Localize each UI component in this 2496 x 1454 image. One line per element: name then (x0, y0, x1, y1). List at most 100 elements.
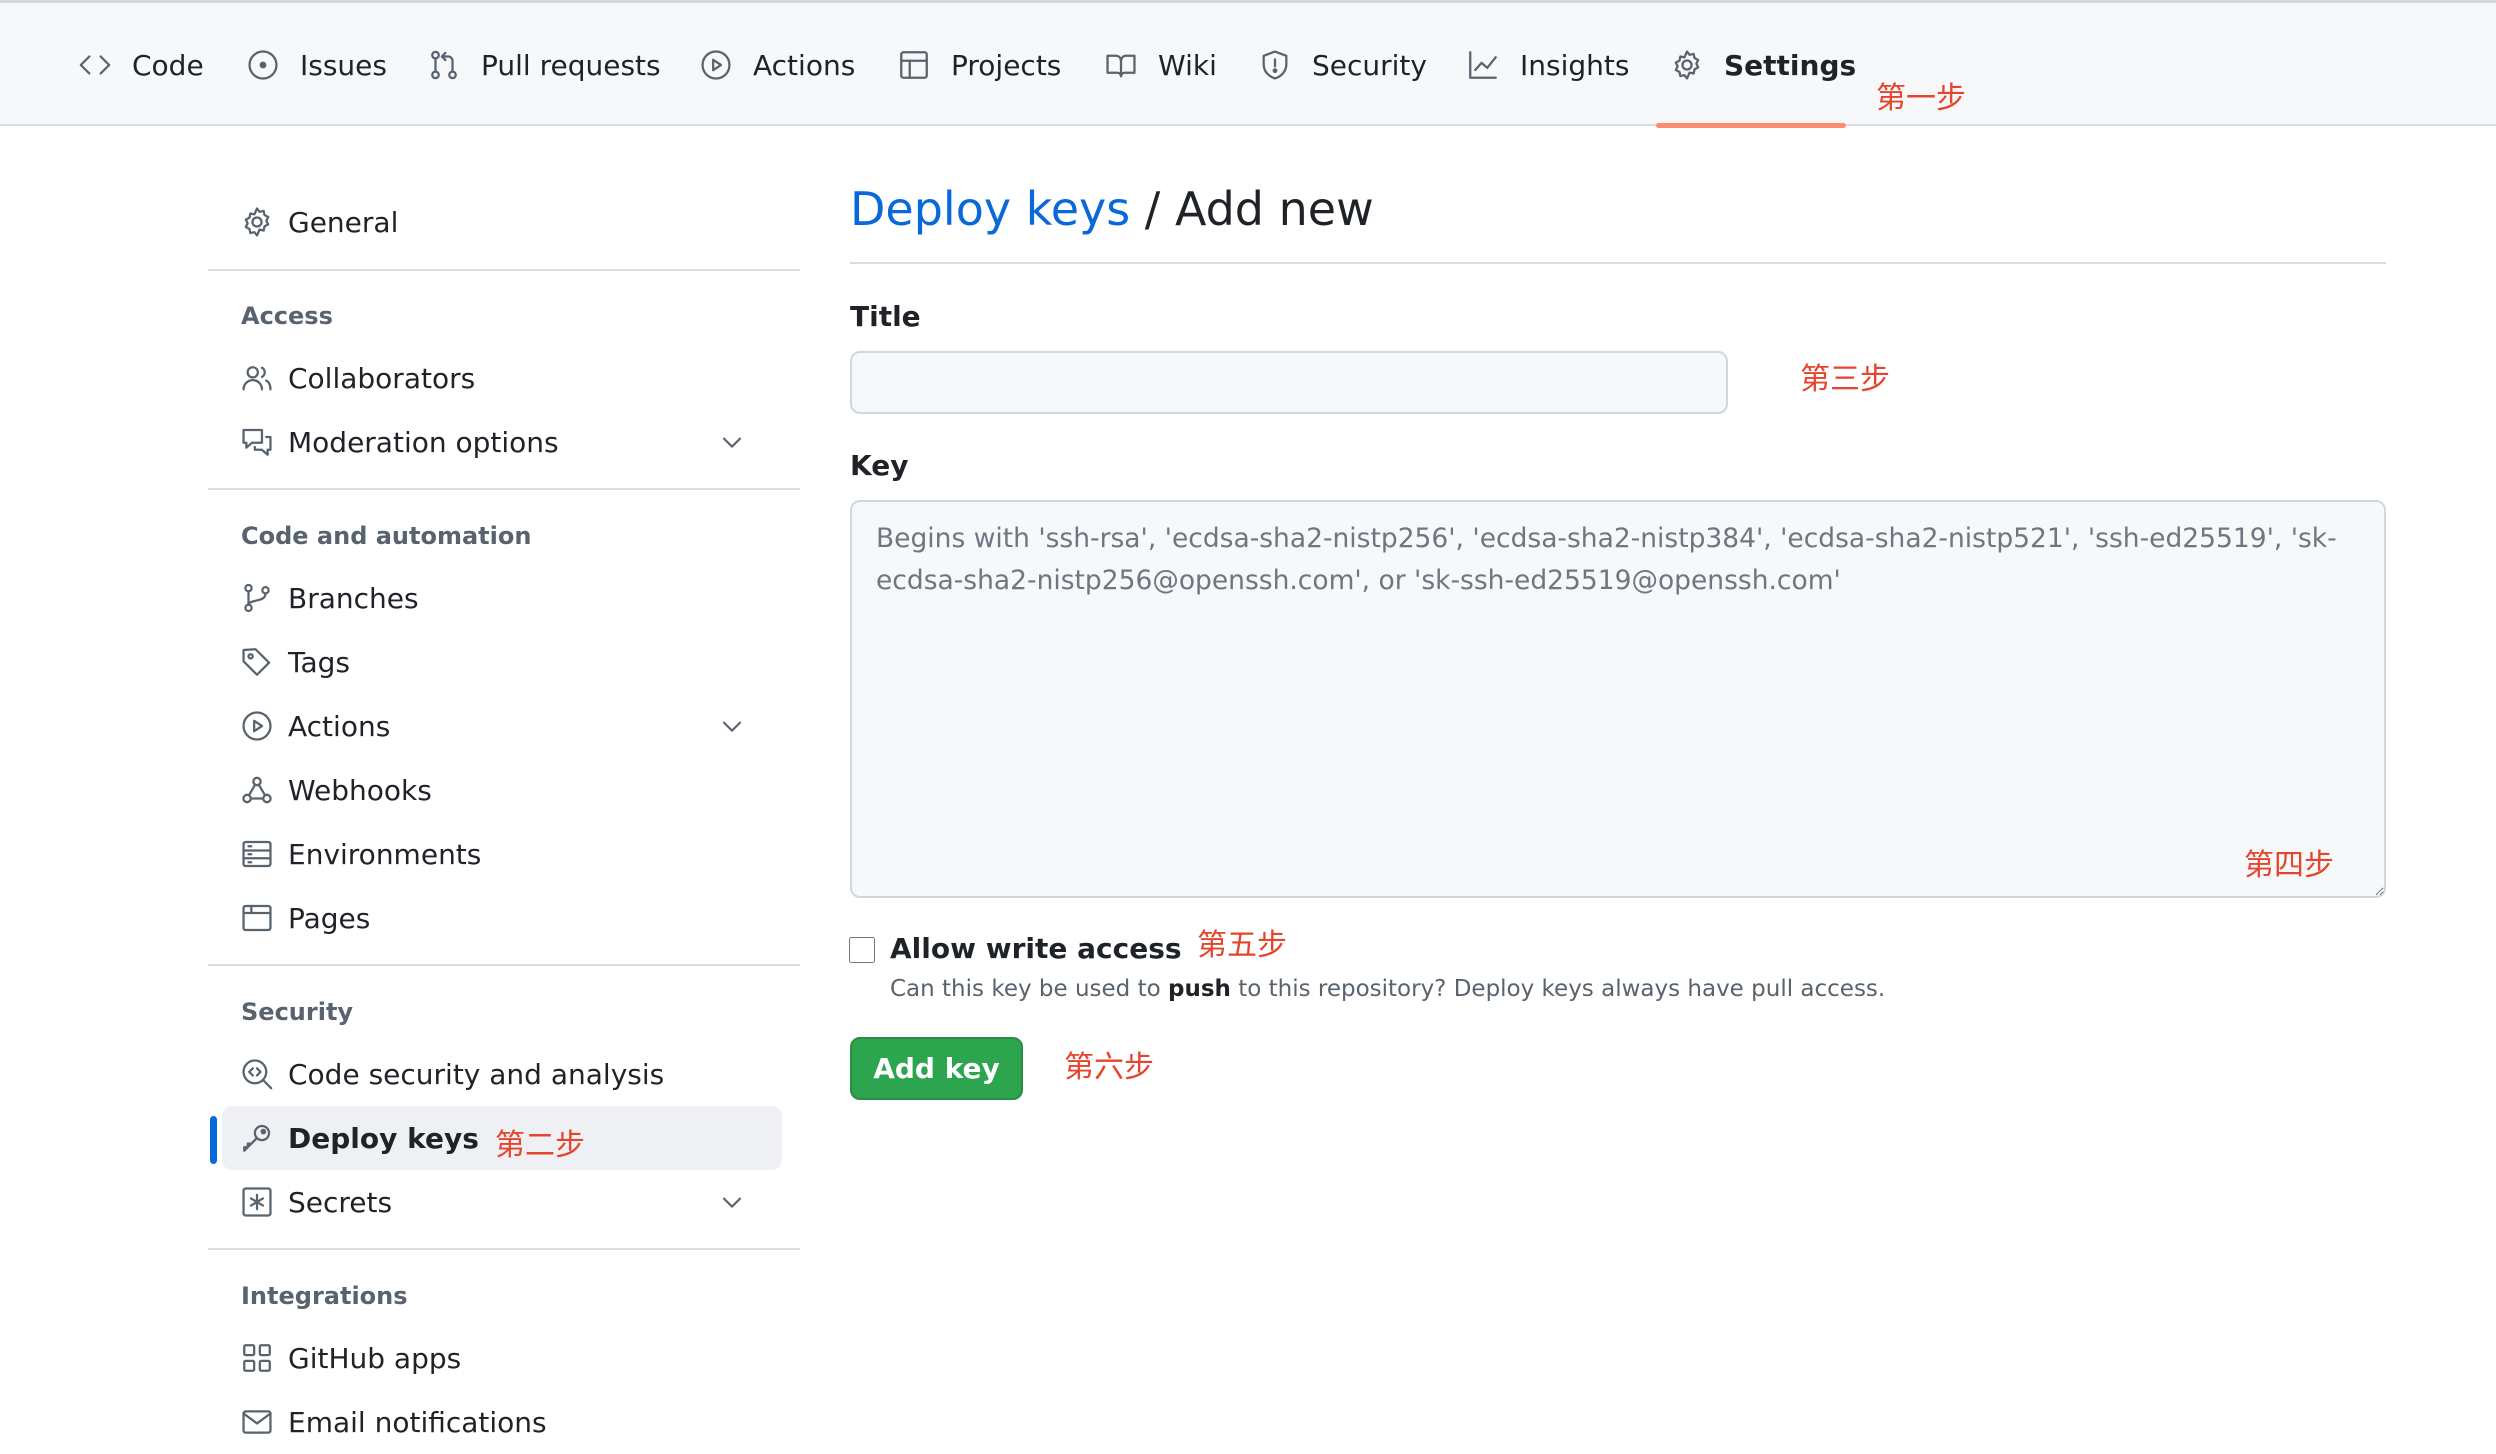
key-field-label: Key (850, 449, 909, 482)
sidebar-item-moderation-options[interactable]: Moderation options (222, 410, 782, 474)
git-branch-icon (240, 581, 274, 615)
add-key-button[interactable]: Add key (850, 1037, 1023, 1100)
sidebar-item-secrets[interactable]: Secrets (222, 1170, 782, 1234)
help-text-part: Can this key be used to (890, 976, 1168, 1002)
annotation-step-6: 第六步 (1064, 1050, 1154, 1085)
page-title: Deploy keys / Add new (850, 182, 1374, 236)
sidebar-item-label: Tags (288, 645, 350, 679)
apps-icon (240, 1341, 274, 1375)
repo-tab-bar: Code Issues Pull requests Actions Projec… (0, 0, 2496, 128)
sidebar-heading-code-automation: Code and automation (241, 522, 532, 550)
sidebar-item-label: GitHub apps (288, 1341, 462, 1375)
annotation-step-5: 第五步 (1197, 928, 1287, 963)
chevron-down-icon[interactable] (716, 1186, 748, 1218)
tab-security-label: Security (1312, 49, 1427, 82)
sidebar-item-label: General (288, 205, 399, 239)
webhook-icon (240, 773, 274, 807)
sidebar-item-email-notifications[interactable]: Email notifications (222, 1390, 782, 1454)
tab-wiki-label: Wiki (1158, 49, 1217, 82)
table-icon (897, 48, 931, 82)
sidebar-item-general[interactable]: General (222, 190, 782, 254)
selected-tab-underline (1656, 123, 1846, 128)
tab-issues[interactable]: Issues (246, 49, 387, 113)
tab-insights-label: Insights (1520, 49, 1630, 82)
sidebar-item-pages[interactable]: Pages (222, 886, 782, 950)
sidebar-item-label: Pages (288, 901, 371, 935)
title-divider (850, 262, 2386, 264)
annotation-step-2: 第二步 (495, 1128, 585, 1163)
sidebar-item-label: Environments (288, 837, 482, 871)
tab-wiki[interactable]: Wiki (1104, 49, 1217, 113)
sidebar-item-tags[interactable]: Tags (222, 630, 782, 694)
sidebar-item-label: Collaborators (288, 361, 476, 395)
server-icon (240, 837, 274, 871)
sidebar-item-environments[interactable]: Environments (222, 822, 782, 886)
play-icon (240, 709, 274, 743)
sidebar-item-github-apps[interactable]: GitHub apps (222, 1326, 782, 1390)
sidebar-item-label: Code security and analysis (288, 1057, 665, 1091)
annotation-step-4: 第四步 (2244, 848, 2334, 883)
tab-actions-label: Actions (753, 49, 856, 82)
browser-icon (240, 901, 274, 935)
sidebar-item-label: Secrets (288, 1185, 393, 1219)
comment-discussion-icon (240, 425, 274, 459)
active-item-marker (210, 1116, 217, 1164)
code-icon (78, 48, 112, 82)
annotation-step-3: 第三步 (1800, 362, 1890, 397)
tab-pull-requests-label: Pull requests (481, 49, 661, 82)
sidebar-item-branches[interactable]: Branches (222, 566, 782, 630)
tab-code-label: Code (132, 49, 204, 82)
gear-icon (240, 205, 274, 239)
allow-write-access-checkbox[interactable] (849, 937, 875, 963)
sidebar-divider (208, 269, 800, 271)
help-text-bold: push (1167, 976, 1231, 1002)
graph-icon (1466, 48, 1500, 82)
sidebar-item-actions[interactable]: Actions (222, 694, 782, 758)
chevron-down-icon[interactable] (716, 426, 748, 458)
sidebar-heading-access: Access (241, 302, 333, 330)
help-text-part: to this repository? Deploy keys always h… (1230, 976, 1886, 1002)
codescan-icon (240, 1057, 274, 1091)
tab-settings[interactable]: Settings (1670, 49, 1856, 113)
sidebar-divider (208, 488, 800, 490)
tab-insights[interactable]: Insights (1466, 49, 1629, 113)
tab-issues-label: Issues (300, 49, 387, 82)
shield-icon (1258, 48, 1292, 82)
tab-settings-label: Settings (1724, 49, 1857, 82)
annotation-step-1: 第一步 (1876, 81, 1966, 116)
page-heading: Add new (1174, 182, 1374, 236)
sidebar-item-label: Webhooks (288, 773, 432, 807)
sidebar-divider (208, 1248, 800, 1250)
title-field-label: Title (850, 300, 921, 333)
book-icon (1104, 48, 1138, 82)
tab-pull-requests[interactable]: Pull requests (427, 49, 661, 113)
tab-projects[interactable]: Projects (897, 49, 1061, 113)
breadcrumb-deploy-keys-link[interactable]: Deploy keys (850, 182, 1130, 236)
breadcrumb-separator: / (1130, 182, 1175, 236)
key-icon (240, 1121, 274, 1155)
sidebar-item-webhooks[interactable]: Webhooks (222, 758, 782, 822)
key-textarea[interactable] (850, 500, 2386, 898)
allow-write-access-label[interactable]: Allow write access (890, 932, 1182, 965)
tab-actions[interactable]: Actions (699, 49, 855, 113)
sidebar-item-collaborators[interactable]: Collaborators (222, 346, 782, 410)
sidebar-heading-security: Security (241, 998, 354, 1026)
mail-icon (240, 1405, 274, 1439)
play-icon (699, 48, 733, 82)
tab-projects-label: Projects (951, 49, 1062, 82)
sidebar-item-label: Moderation options (288, 425, 559, 459)
sidebar-item-label: Actions (288, 709, 391, 743)
key-asterisk-icon (240, 1185, 274, 1219)
git-pull-request-icon (427, 48, 461, 82)
sidebar-heading-integrations: Integrations (241, 1282, 408, 1310)
sidebar-item-label: Deploy keys (288, 1121, 479, 1155)
sidebar-item-code-security[interactable]: Code security and analysis (222, 1042, 782, 1106)
tag-icon (240, 645, 274, 679)
issue-opened-icon (246, 48, 280, 82)
sidebar-divider (208, 964, 800, 966)
title-input[interactable] (850, 351, 1728, 414)
gear-icon (1670, 48, 1704, 82)
chevron-down-icon[interactable] (716, 710, 748, 742)
tab-security[interactable]: Security (1258, 49, 1427, 113)
tab-code[interactable]: Code (78, 49, 204, 113)
